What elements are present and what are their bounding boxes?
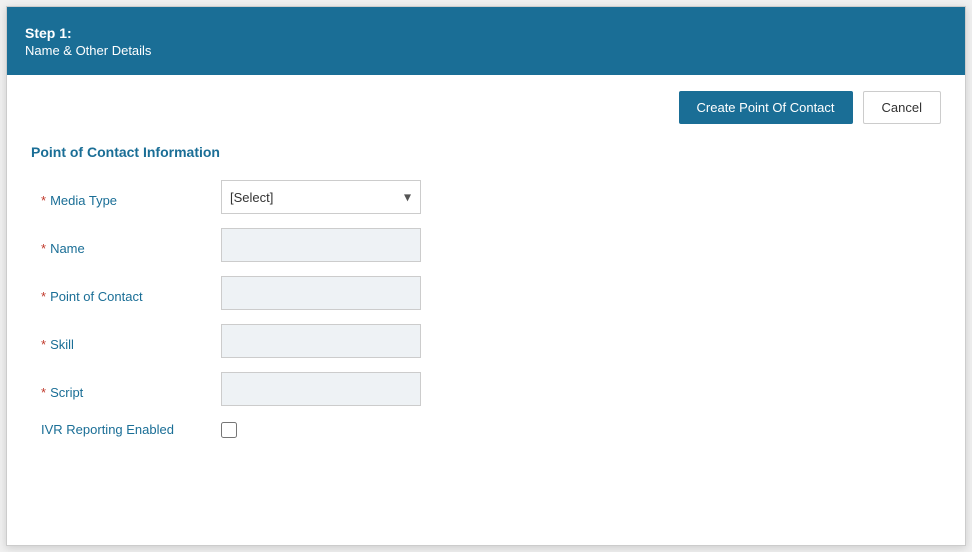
step-label: Step 1: — [25, 25, 947, 41]
media-type-label-text: Media Type — [50, 193, 117, 208]
required-star-script: * — [41, 385, 46, 400]
header: Step 1: Name & Other Details — [7, 7, 965, 75]
content-area: Create Point Of Contact Cancel Point of … — [7, 75, 965, 545]
script-label-text: Script — [50, 385, 83, 400]
ivr-checkbox[interactable] — [221, 422, 237, 438]
script-row: * Script — [41, 372, 941, 406]
cancel-button[interactable]: Cancel — [863, 91, 941, 124]
required-star-name: * — [41, 241, 46, 256]
ivr-label: IVR Reporting Enabled — [41, 420, 221, 439]
media-type-label: * Media Type — [41, 187, 221, 208]
ivr-row: IVR Reporting Enabled — [41, 420, 941, 439]
poc-label-text: Point of Contact — [50, 289, 143, 304]
page-container: Step 1: Name & Other Details Create Poin… — [6, 6, 966, 546]
step-subtitle: Name & Other Details — [25, 43, 947, 58]
form-container: * Media Type [Select] Phone Email Chat S… — [31, 180, 941, 439]
skill-row: * Skill — [41, 324, 941, 358]
toolbar: Create Point Of Contact Cancel — [31, 91, 941, 124]
name-label-text: Name — [50, 241, 85, 256]
required-star-skill: * — [41, 337, 46, 352]
section-title: Point of Contact Information — [31, 144, 941, 160]
media-type-select-wrapper: [Select] Phone Email Chat SMS — [221, 180, 421, 214]
media-type-select[interactable]: [Select] Phone Email Chat SMS — [221, 180, 421, 214]
skill-label-text: Skill — [50, 337, 74, 352]
media-type-row: * Media Type [Select] Phone Email Chat S… — [41, 180, 941, 214]
script-input[interactable] — [221, 372, 421, 406]
script-label: * Script — [41, 379, 221, 400]
name-row: * Name — [41, 228, 941, 262]
poc-row: * Point of Contact — [41, 276, 941, 310]
name-label: * Name — [41, 235, 221, 256]
required-star-poc: * — [41, 289, 46, 304]
name-input[interactable] — [221, 228, 421, 262]
poc-input[interactable] — [221, 276, 421, 310]
skill-label: * Skill — [41, 331, 221, 352]
poc-label: * Point of Contact — [41, 283, 221, 304]
required-star-media-type: * — [41, 193, 46, 208]
create-point-of-contact-button[interactable]: Create Point Of Contact — [679, 91, 853, 124]
skill-input[interactable] — [221, 324, 421, 358]
